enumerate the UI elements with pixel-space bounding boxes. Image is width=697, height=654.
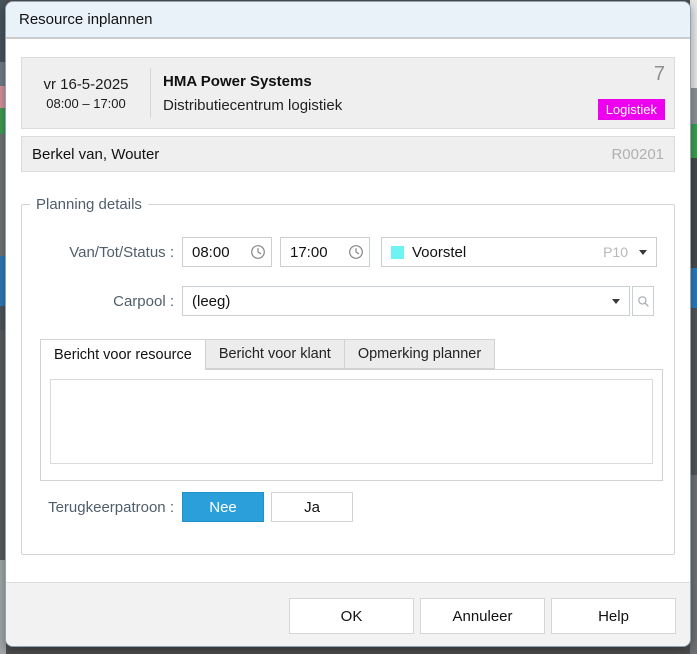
message-tab-panel: [40, 369, 663, 481]
status-color-swatch: [391, 246, 404, 259]
search-icon: [637, 295, 650, 308]
help-button[interactable]: Help: [551, 598, 676, 634]
appointment-time-range: 08:00 – 17:00: [22, 96, 150, 111]
planning-details-group: Planning details Van/Tot/Status :: [21, 196, 675, 555]
terugkeerpatroon-label: Terugkeerpatroon :: [22, 499, 174, 516]
resource-name: Berkel van, Wouter: [32, 146, 611, 163]
appointment-count: 7: [654, 63, 665, 86]
carpool-value: (leeg): [192, 293, 612, 310]
appointment-date: vr 16-5-2025: [22, 76, 150, 93]
from-time-clock-button[interactable]: [245, 238, 271, 266]
dialog-body: vr 16-5-2025 08:00 – 17:00 HMA Power Sys…: [6, 39, 690, 582]
background-app-sliver-right: [690, 0, 697, 654]
planning-details-legend: Planning details: [30, 196, 148, 213]
carpool-label: Carpool :: [22, 293, 174, 310]
dialog-title: Resource inplannen: [19, 11, 152, 28]
tab-opmerking-planner[interactable]: Opmerking planner: [345, 339, 495, 369]
carpool-search-button[interactable]: [632, 286, 654, 316]
appointment-summary-card: vr 16-5-2025 08:00 – 17:00 HMA Power Sys…: [21, 57, 675, 129]
from-time-field: [182, 237, 272, 267]
dialog-resource-inplannen: Resource inplannen vr 16-5-2025 08:00 – …: [5, 1, 691, 647]
carpool-dropdown[interactable]: (leeg): [182, 286, 630, 316]
from-time-input[interactable]: [183, 244, 245, 261]
terugkeer-ja-button[interactable]: Ja: [271, 492, 353, 522]
message-textarea[interactable]: [50, 379, 653, 464]
cancel-button[interactable]: Annuleer: [420, 598, 545, 634]
to-time-input[interactable]: [281, 244, 343, 261]
chevron-down-icon: [639, 250, 647, 255]
resource-row: Berkel van, Wouter R00201: [21, 136, 675, 172]
dialog-footer: OK Annuleer Help: [6, 582, 690, 646]
terugkeer-nee-button[interactable]: Nee: [182, 492, 264, 522]
tab-bericht-voor-resource[interactable]: Bericht voor resource: [40, 339, 206, 370]
carpool-row: Carpool : (leeg): [22, 286, 674, 316]
van-tot-status-row: Van/Tot/Status :: [22, 237, 674, 267]
to-time-clock-button[interactable]: [343, 238, 369, 266]
category-badge: Logistiek: [598, 99, 665, 120]
to-time-field: [280, 237, 370, 267]
status-code: P10: [603, 244, 628, 260]
status-dropdown[interactable]: Voorstel P10: [381, 237, 657, 267]
appointment-meta: 7 Logistiek: [598, 58, 674, 128]
resource-code: R00201: [611, 146, 664, 163]
dialog-titlebar[interactable]: Resource inplannen: [6, 2, 690, 39]
appointment-main: HMA Power Systems Distributiecentrum log…: [151, 73, 598, 114]
clock-icon: [250, 244, 266, 260]
status-value: Voorstel: [412, 244, 603, 261]
terugkeerpatroon-row: Terugkeerpatroon : Nee Ja: [22, 492, 674, 522]
chevron-down-icon: [612, 299, 620, 304]
tab-bericht-voor-klant[interactable]: Bericht voor klant: [206, 339, 345, 369]
appointment-customer: HMA Power Systems: [163, 73, 598, 90]
ok-button[interactable]: OK: [289, 598, 414, 634]
appointment-when: vr 16-5-2025 08:00 – 17:00: [22, 76, 150, 111]
message-tabs: Bericht voor resource Bericht voor klant…: [40, 339, 674, 369]
appointment-location: Distributiecentrum logistiek: [163, 97, 598, 114]
clock-icon: [348, 244, 364, 260]
van-tot-status-label: Van/Tot/Status :: [22, 244, 174, 261]
